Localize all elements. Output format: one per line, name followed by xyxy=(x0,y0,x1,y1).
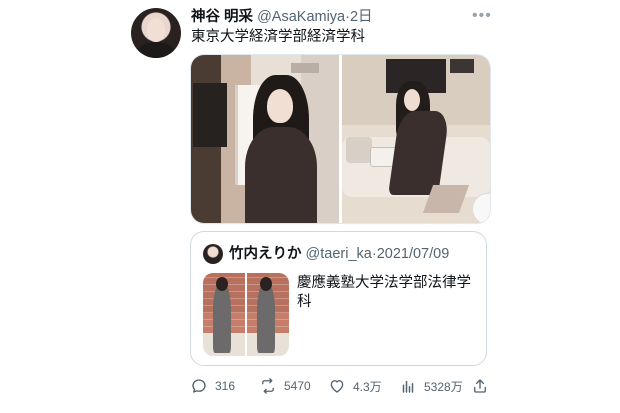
media-gallery xyxy=(190,54,491,224)
tweet-header: 神谷 明采 @AsaKamiya·2日 xyxy=(191,8,373,26)
share-icon xyxy=(471,377,489,395)
retweet-count: 5470 xyxy=(284,379,311,393)
quoted-header: 竹内えりか @taeri_ka·2021/07/09 xyxy=(229,245,449,263)
quoted-photo-2[interactable] xyxy=(247,273,289,356)
photo-2[interactable] xyxy=(342,55,490,223)
author-handle[interactable]: @AsaKamiya xyxy=(257,9,345,25)
quoted-media[interactable] xyxy=(203,273,289,356)
person-face xyxy=(404,89,420,111)
quoted-author-handle[interactable]: @taeri_ka xyxy=(306,246,372,262)
pillow-shape xyxy=(346,137,372,163)
author-name[interactable]: 神谷 明采 xyxy=(191,9,253,25)
reply-count: 316 xyxy=(215,379,236,393)
views-count: 5328万 xyxy=(424,379,463,394)
quoted-author-avatar[interactable] xyxy=(203,244,223,264)
quoted-photo-1[interactable] xyxy=(203,273,245,356)
like-button[interactable]: 4.3万 xyxy=(328,376,382,396)
side-table xyxy=(472,193,490,223)
quoted-author-name[interactable]: 竹内えりか xyxy=(229,246,302,262)
wall-art-small xyxy=(450,59,474,73)
quoted-text: 慶應義塾大学法学部法律学科 xyxy=(297,275,471,310)
action-bar: 316 5470 4.3万 5328万 xyxy=(190,376,490,396)
retweet-icon xyxy=(259,377,277,395)
person-face xyxy=(267,89,293,123)
quoted-date[interactable]: 2021/07/09 xyxy=(377,246,450,262)
bar-chart-icon xyxy=(399,377,417,395)
like-count: 4.3万 xyxy=(353,379,382,394)
author-avatar[interactable] xyxy=(131,8,181,58)
tweet-card[interactable]: 神谷 明采 @AsaKamiya·2日 ••• 東京大学経済学部経済学科 竹内え… xyxy=(0,0,620,413)
quoted-tweet[interactable]: 竹内えりか @taeri_ka·2021/07/09 慶應義塾大学法学部法律学科 xyxy=(190,231,487,366)
tv-shape xyxy=(193,83,227,147)
retweet-button[interactable]: 5470 xyxy=(259,376,311,396)
tweet-text: 東京大学経済学部経済学科 xyxy=(191,29,365,45)
heart-icon xyxy=(328,377,346,395)
views-button[interactable]: 5328万 xyxy=(399,376,463,396)
more-options-icon[interactable]: ••• xyxy=(472,7,492,25)
photo-1[interactable] xyxy=(191,55,339,223)
share-button[interactable] xyxy=(471,376,489,396)
tweet-timestamp[interactable]: 2日 xyxy=(350,9,373,25)
person-dress xyxy=(245,127,317,223)
reply-button[interactable]: 316 xyxy=(190,376,235,396)
reply-icon xyxy=(190,377,208,395)
vent-shape xyxy=(291,63,319,73)
